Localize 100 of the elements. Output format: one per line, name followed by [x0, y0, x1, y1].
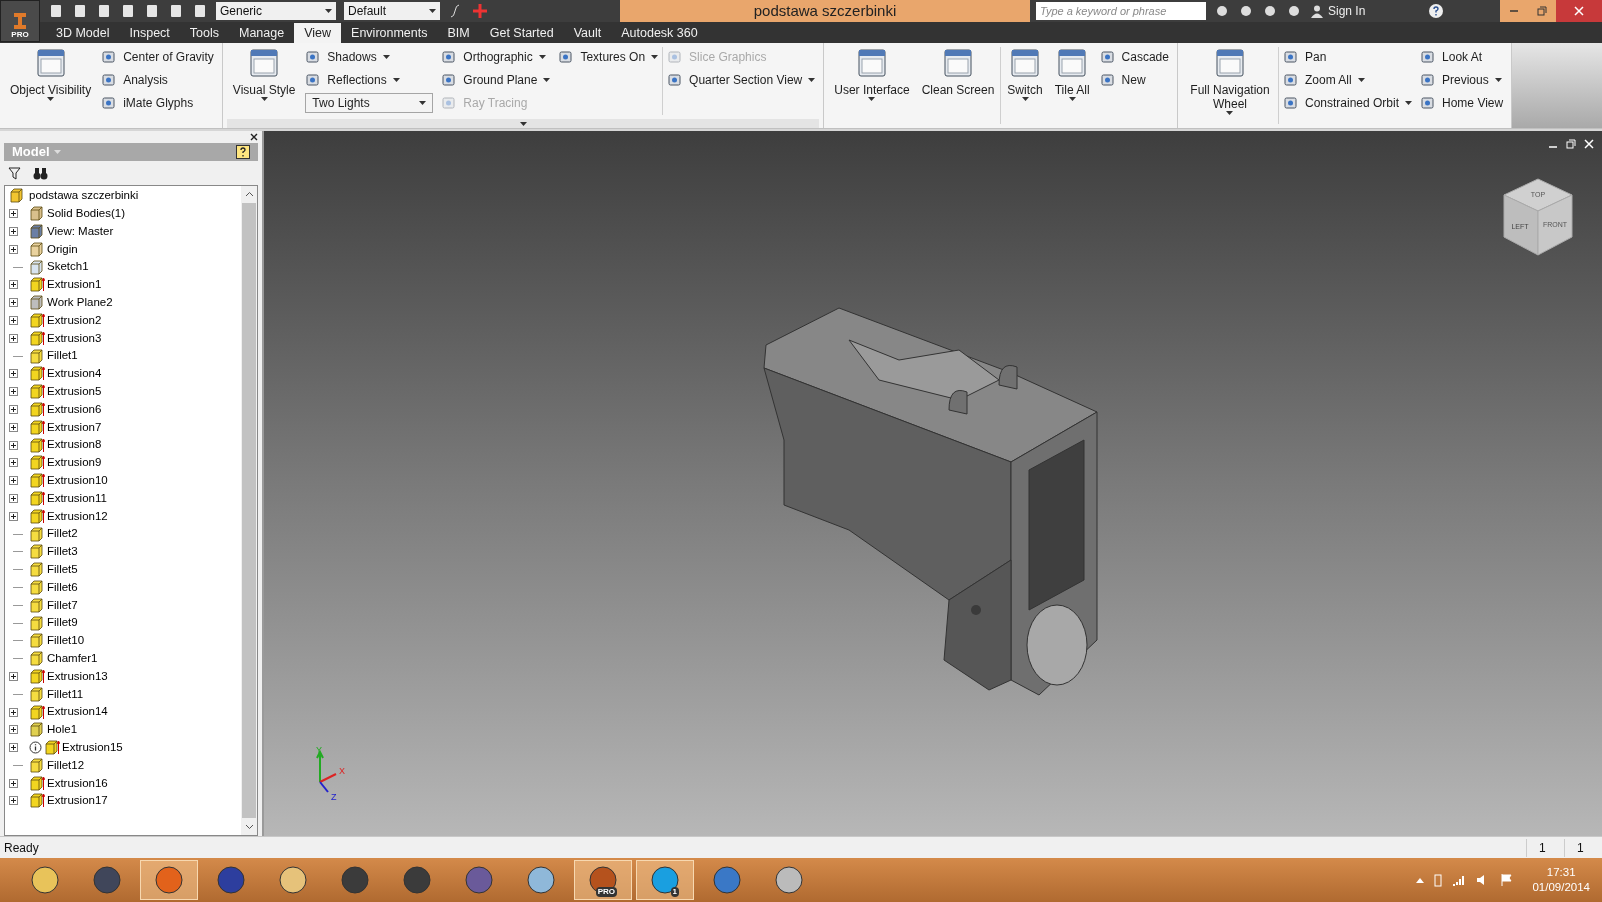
ribbon-button[interactable]: Constrained Orbit	[1283, 93, 1413, 113]
expand-icon[interactable]	[9, 244, 18, 254]
help-icon[interactable]	[1428, 3, 1444, 19]
taskbar-button[interactable]	[140, 860, 198, 900]
ribbon-tab[interactable]: Autodesk 360	[611, 23, 708, 43]
part-model-drawing[interactable]	[763, 307, 1098, 696]
sign-in-button[interactable]: Sign In	[1310, 2, 1420, 20]
tree-item[interactable]: Extrusion1	[29, 276, 102, 294]
ribbon-button[interactable]: Orthographic	[441, 47, 551, 67]
scrollbar[interactable]	[241, 186, 257, 835]
signal-icon[interactable]	[1452, 874, 1467, 886]
expand-icon[interactable]	[9, 333, 18, 343]
ribbon-tab[interactable]: 3D Model	[46, 23, 120, 43]
ribbon-button[interactable]: Textures On	[558, 47, 659, 67]
style-dropdown[interactable]: Generic	[216, 2, 336, 20]
plus-icon[interactable]	[472, 3, 488, 19]
toolbar-icon[interactable]	[1214, 3, 1230, 19]
scroll-up-icon[interactable]	[244, 190, 254, 199]
binoculars-icon[interactable]	[33, 166, 48, 180]
ribbon-large-button[interactable]: Tile All	[1048, 43, 1096, 128]
minimize-icon[interactable]	[1548, 146, 1558, 148]
ribbon-button[interactable]: iMate Glyphs	[101, 93, 214, 113]
expand-icon[interactable]	[9, 280, 18, 290]
tree-item[interactable]: Extrusion5	[29, 383, 102, 401]
ribbon-button[interactable]: Pan	[1283, 47, 1413, 67]
ribbon-button[interactable]: Center of Gravity	[101, 47, 214, 67]
toolbar-icon[interactable]	[168, 3, 184, 19]
help-search-field[interactable]: Type a keyword or phrase	[1036, 2, 1206, 20]
tree-item[interactable]: View: Master	[29, 222, 114, 241]
ribbon-button[interactable]: Reflections	[305, 70, 434, 90]
app-menu-button[interactable]: PRO	[0, 0, 40, 42]
taskbar-button[interactable]: PRO	[574, 860, 632, 900]
ribbon-large-button[interactable]: Visual Style	[226, 43, 302, 119]
tree-item[interactable]: Solid Bodies(1)	[29, 205, 125, 223]
expand-icon[interactable]	[9, 511, 18, 521]
flag-icon[interactable]	[1500, 873, 1515, 887]
ribbon-button[interactable]: Previous	[1420, 70, 1504, 90]
expand-icon[interactable]	[9, 476, 18, 486]
expand-icon[interactable]	[9, 493, 18, 503]
appearance-dropdown[interactable]: Default	[344, 2, 440, 20]
ribbon-tab[interactable]: BIM	[437, 23, 480, 43]
tree-item[interactable]: Extrusion12	[29, 507, 108, 525]
tree-item[interactable]: Extrusion2	[29, 311, 102, 330]
expand-icon[interactable]	[9, 227, 18, 236]
tree-item[interactable]: Fillet7	[29, 596, 78, 614]
toolbar-icon[interactable]	[96, 3, 112, 19]
lighting-dropdown[interactable]: Two Lights	[305, 93, 434, 113]
tree-item[interactable]: Extrusion11	[29, 489, 107, 508]
tree-item[interactable]: Extrusion13	[29, 667, 108, 686]
expand-icon[interactable]	[9, 315, 18, 325]
ribbon-tab[interactable]: Inspect	[119, 23, 180, 43]
tree-item[interactable]: Extrusion10	[29, 472, 108, 490]
ribbon-button[interactable]: Shadows	[305, 47, 434, 67]
toolbar-icon[interactable]	[120, 3, 136, 19]
ribbon-large-button[interactable]: Clean Screen	[915, 43, 1001, 128]
tree-item[interactable]: Extrusion8	[29, 436, 102, 454]
tree-item[interactable]: Fillet11	[29, 685, 84, 703]
tree-item[interactable]: Hole1	[29, 721, 78, 739]
ribbon-tab[interactable]: Environments	[341, 23, 438, 43]
toolbar-icon[interactable]	[1286, 3, 1302, 19]
ribbon-button[interactable]: New	[1099, 70, 1169, 90]
close-icon[interactable]	[250, 133, 258, 141]
expand-icon[interactable]	[9, 725, 18, 735]
expand-icon[interactable]	[9, 369, 18, 379]
toolbar-icon[interactable]	[72, 3, 88, 19]
expand-icon[interactable]	[9, 298, 18, 308]
expand-icon[interactable]	[9, 387, 18, 397]
expand-icon[interactable]	[9, 422, 18, 432]
tree-item[interactable]: Extrusion3	[29, 329, 102, 347]
tree-item[interactable]: Extrusion6	[29, 400, 102, 419]
tree-item[interactable]: Extrusion7	[29, 418, 102, 436]
tree-item[interactable]: Origin	[29, 240, 78, 258]
toolbar-icon[interactable]	[144, 3, 160, 19]
ribbon-tab[interactable]: Get Started	[479, 23, 564, 43]
ribbon-button[interactable]: Zoom All	[1283, 70, 1413, 90]
expand-icon[interactable]	[9, 671, 18, 681]
tree-item[interactable]: Extrusion4	[29, 365, 102, 383]
tree-item[interactable]: Work Plane2	[29, 294, 113, 312]
tree-item[interactable]: Fillet3	[29, 543, 78, 561]
expand-icon[interactable]	[9, 796, 18, 806]
toolbar-icon[interactable]	[192, 3, 208, 19]
tray-arrow-icon[interactable]	[1416, 877, 1425, 883]
tree-item[interactable]: Extrusion14	[29, 703, 108, 721]
help-icon[interactable]	[236, 145, 250, 159]
tree-item[interactable]: Fillet12	[29, 756, 85, 774]
expand-icon[interactable]	[9, 440, 18, 450]
ribbon-tab[interactable]: Manage	[229, 23, 295, 43]
taskbar-button[interactable]: 1	[636, 860, 694, 900]
expand-icon[interactable]	[9, 209, 18, 219]
clock-date[interactable]: 01/09/2014	[1532, 880, 1590, 895]
tree-item[interactable]: Extrusion17	[29, 792, 108, 810]
ribbon-large-button[interactable]: Object Visibility	[4, 43, 98, 128]
ribbon-tab[interactable]: Vault	[563, 23, 612, 43]
expand-icon[interactable]	[9, 743, 18, 753]
tree-item[interactable]: Extrusion16	[29, 774, 108, 792]
expand-icon[interactable]	[9, 707, 18, 717]
battery-icon[interactable]	[1434, 873, 1443, 887]
tree-item[interactable]: podstawa szczerbinki	[9, 187, 241, 205]
tree-item[interactable]: Chamfer1	[29, 650, 98, 668]
ribbon-button[interactable]: Ground Plane	[441, 70, 551, 90]
